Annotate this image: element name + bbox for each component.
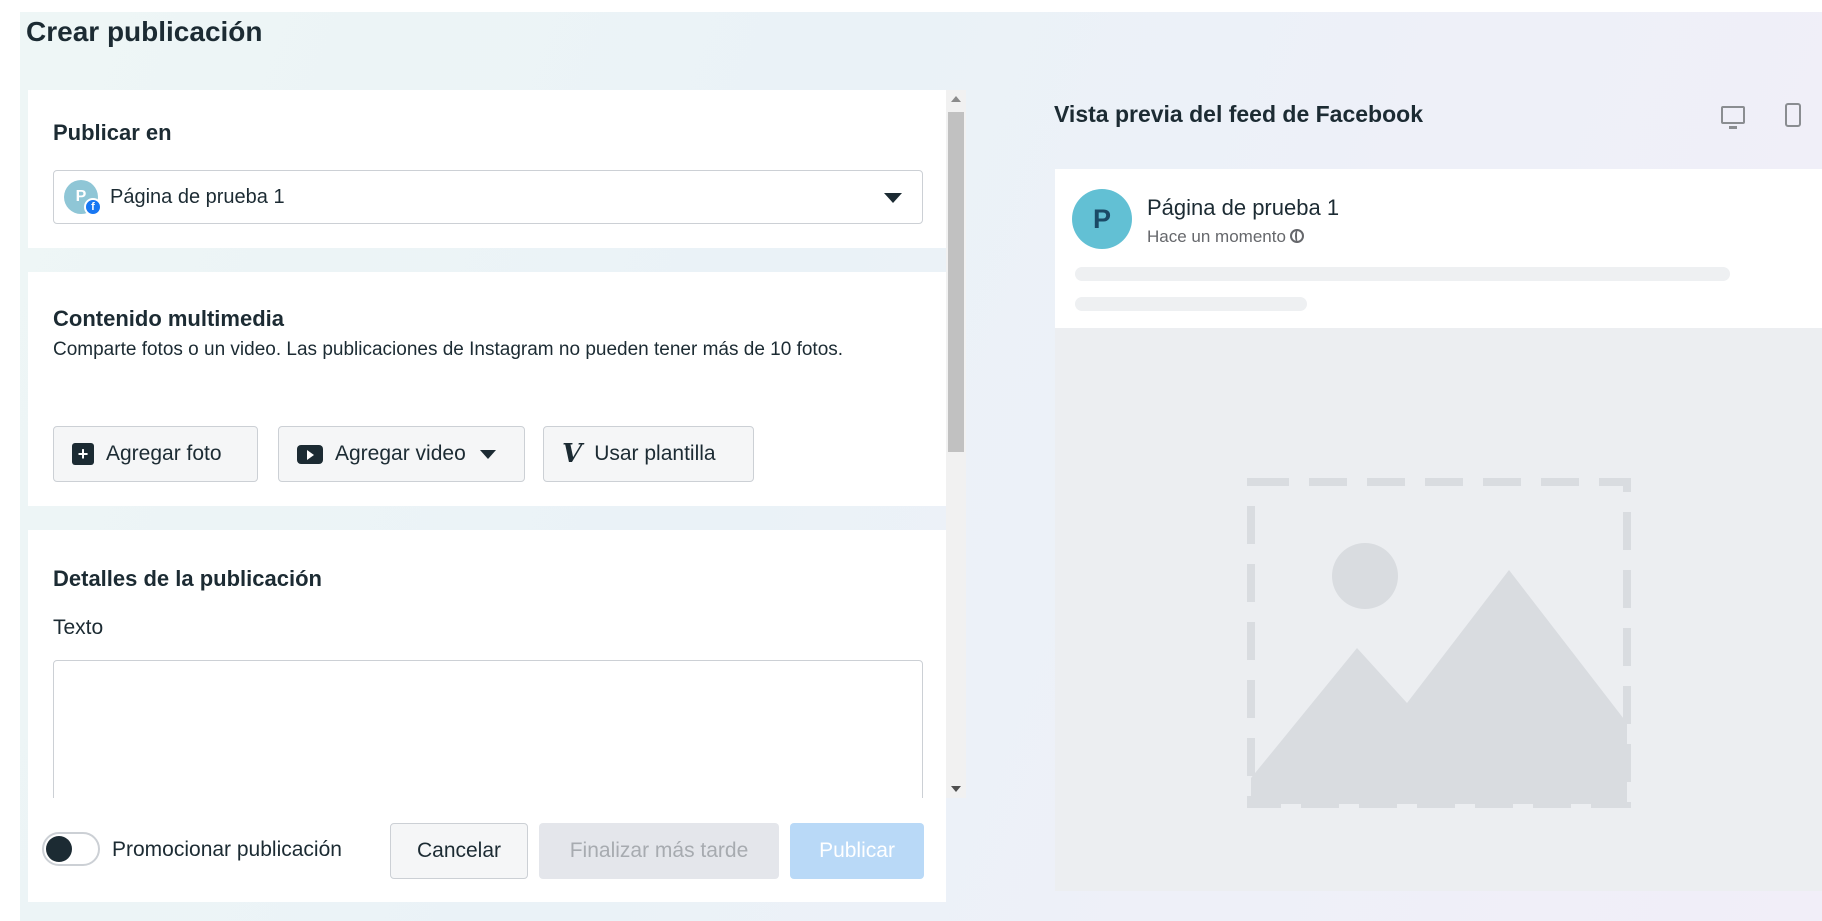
promote-toggle[interactable]: [42, 832, 100, 866]
globe-icon: [1289, 229, 1304, 243]
publish-in-card: Publicar en P f Página de prueba 1: [28, 90, 946, 248]
post-details-title: Detalles de la publicación: [53, 566, 322, 591]
page-title: Crear publicación: [26, 16, 263, 47]
chevron-down-icon: [479, 449, 496, 459]
preview-media-area: [1055, 328, 1822, 891]
page-selector[interactable]: P f Página de prueba 1: [53, 170, 923, 224]
media-title: Contenido multimedia: [53, 306, 284, 331]
post-details-card: Detalles de la publicación Texto: [28, 530, 946, 798]
page-avatar: P f: [64, 180, 102, 216]
desktop-icon: [1721, 106, 1745, 129]
image-placeholder-icon: [1247, 478, 1631, 808]
promote-label: Promocionar publicación: [112, 838, 342, 861]
preview-avatar: P: [1072, 189, 1132, 249]
text-field-label: Texto: [53, 616, 104, 639]
mobile-icon: [1785, 103, 1801, 127]
video-icon: [297, 444, 323, 464]
text-skeleton-line: [1075, 297, 1307, 311]
add-photo-button[interactable]: + Agregar foto: [53, 426, 258, 482]
post-text-field[interactable]: [53, 660, 923, 798]
desktop-preview-button[interactable]: [1718, 100, 1748, 130]
scroll-up-arrow-icon[interactable]: [951, 96, 961, 102]
text-skeleton-line: [1075, 267, 1730, 281]
add-photo-icon: +: [72, 443, 94, 465]
finish-later-button[interactable]: Finalizar más tarde: [539, 823, 779, 879]
composer-scrollbar[interactable]: [946, 90, 966, 798]
preview-timestamp: Hace un momento: [1147, 227, 1304, 247]
composer-footer: Promocionar publicación Cancelar Finaliz…: [28, 798, 946, 902]
composer-scroll-area[interactable]: Publicar en P f Página de prueba 1 Conte…: [28, 90, 946, 798]
add-photo-label: Agregar foto: [106, 442, 222, 465]
preview-title: Vista previa del feed de Facebook: [1054, 101, 1423, 127]
toggle-knob: [46, 836, 72, 862]
page-selector-label: Página de prueba 1: [110, 185, 285, 208]
mobile-preview-button[interactable]: [1778, 100, 1808, 130]
feed-preview-card: P Página de prueba 1 Hace un momento: [1055, 169, 1822, 891]
publish-in-title: Publicar en: [53, 120, 172, 145]
use-template-button[interactable]: V Usar plantilla: [543, 426, 754, 482]
scroll-down-arrow-icon[interactable]: [951, 786, 961, 792]
preview-page-name: Página de prueba 1: [1147, 195, 1340, 220]
scrollbar-thumb[interactable]: [948, 112, 964, 452]
cancel-button[interactable]: Cancelar: [390, 823, 528, 879]
vimeo-icon: V: [562, 439, 583, 469]
facebook-icon: f: [84, 198, 102, 216]
add-video-label: Agregar video: [335, 442, 466, 465]
add-video-button[interactable]: Agregar video: [278, 426, 525, 482]
publish-button[interactable]: Publicar: [790, 823, 924, 879]
chevron-down-icon: [884, 193, 902, 203]
use-template-label: Usar plantilla: [594, 442, 716, 465]
media-card: Contenido multimedia Comparte fotos o un…: [28, 272, 946, 506]
media-description: Comparte fotos o un video. Las publicaci…: [53, 339, 844, 360]
